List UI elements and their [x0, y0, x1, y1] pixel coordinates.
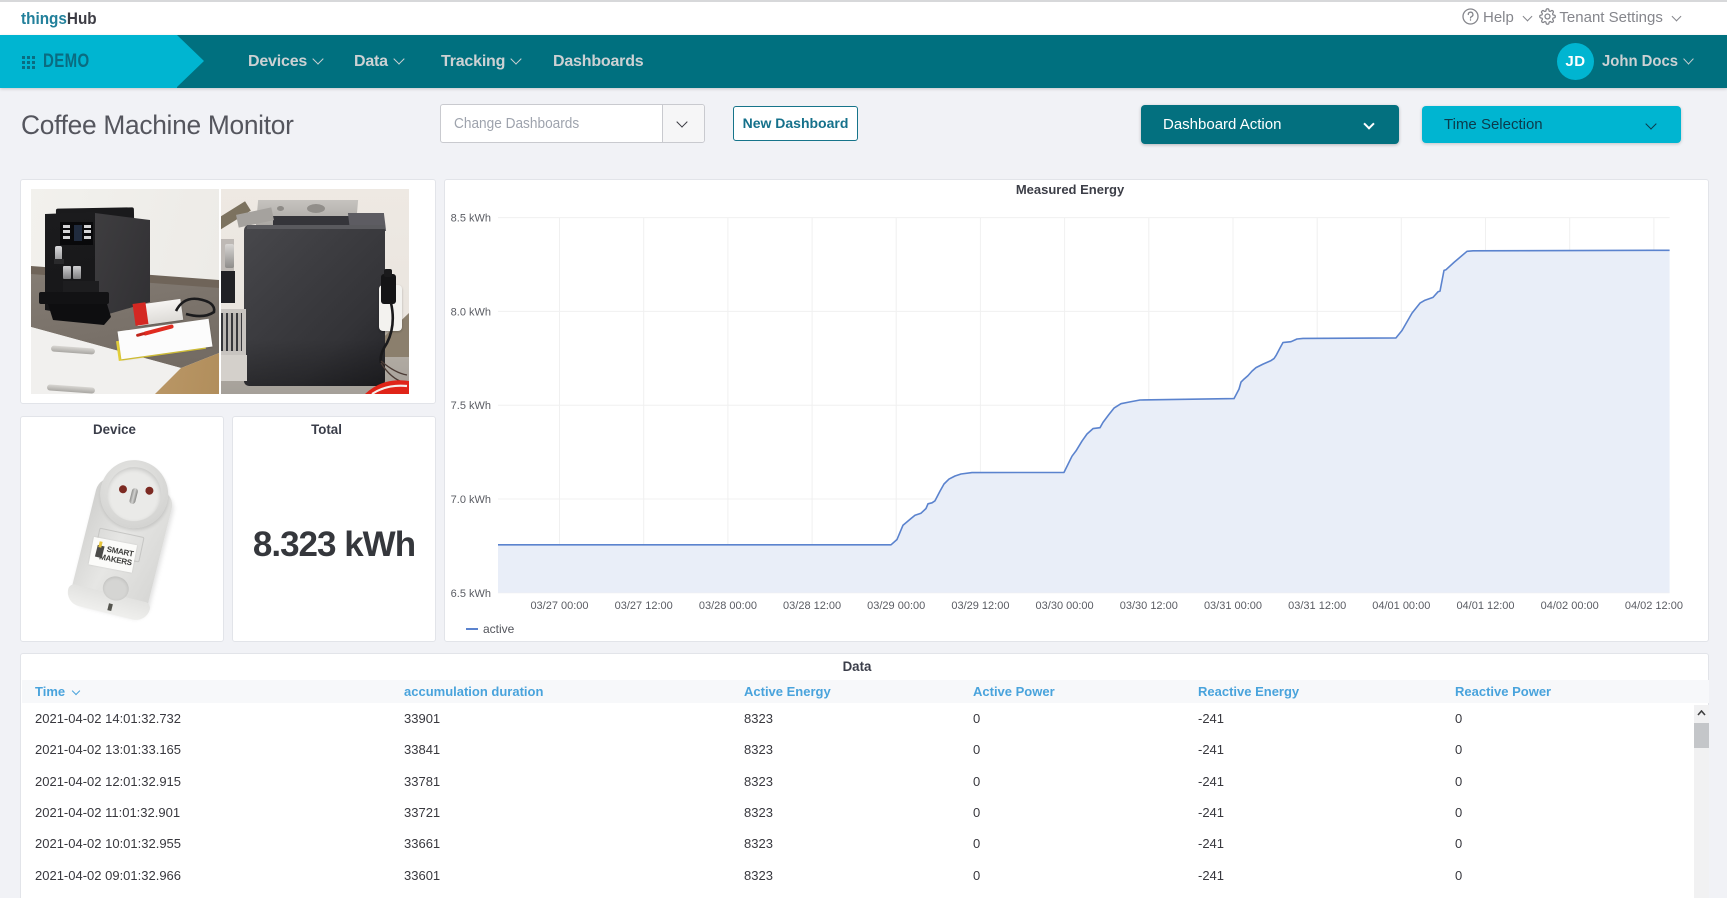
svg-text:03/31 00:00: 03/31 00:00	[1204, 600, 1262, 612]
svg-text:03/27 00:00: 03/27 00:00	[530, 600, 588, 612]
svg-text:8.0 kWh: 8.0 kWh	[451, 306, 491, 318]
svg-text:03/28 00:00: 03/28 00:00	[699, 600, 757, 612]
svg-text:6.5 kWh: 6.5 kWh	[451, 588, 491, 600]
svg-text:04/01 00:00: 04/01 00:00	[1372, 600, 1430, 612]
svg-text:03/29 00:00: 03/29 00:00	[867, 600, 925, 612]
svg-text:active: active	[483, 622, 515, 636]
svg-text:8.5 kWh: 8.5 kWh	[451, 213, 491, 225]
svg-text:04/02 00:00: 04/02 00:00	[1541, 600, 1599, 612]
svg-text:04/01 12:00: 04/01 12:00	[1456, 600, 1514, 612]
svg-text:03/30 00:00: 03/30 00:00	[1036, 600, 1094, 612]
svg-text:03/31 12:00: 03/31 12:00	[1288, 600, 1346, 612]
svg-text:03/29 12:00: 03/29 12:00	[951, 600, 1009, 612]
svg-text:03/30 12:00: 03/30 12:00	[1120, 600, 1178, 612]
svg-text:04/02 12:00: 04/02 12:00	[1625, 600, 1683, 612]
svg-text:03/28 12:00: 03/28 12:00	[783, 600, 841, 612]
svg-text:7.5 kWh: 7.5 kWh	[451, 400, 491, 412]
svg-text:03/27 12:00: 03/27 12:00	[615, 600, 673, 612]
svg-text:Measured Energy: Measured Energy	[1016, 182, 1125, 197]
svg-text:7.0 kWh: 7.0 kWh	[451, 494, 491, 506]
